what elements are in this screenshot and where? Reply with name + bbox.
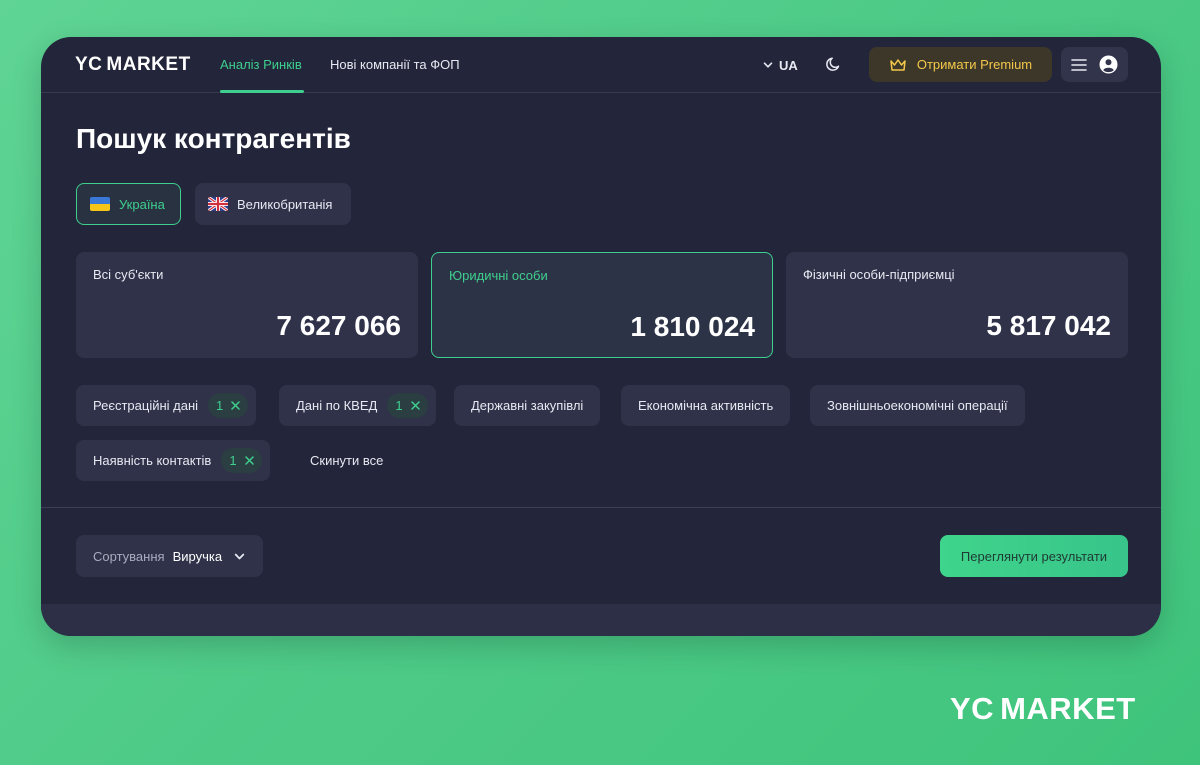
filter-label: Економічна активність: [638, 398, 774, 413]
stat-label: Юридичні особи: [449, 268, 548, 283]
get-premium-button[interactable]: Отримати Premium: [869, 47, 1052, 82]
footer-brand-suffix: MARKET: [1000, 691, 1136, 726]
filter-chip-contacts[interactable]: Наявність контактів 1: [76, 440, 270, 481]
top-navigation-bar: YC MARKET Аналіз Ринків Нові компанії та…: [41, 37, 1161, 93]
filter-chip-registration[interactable]: Реєстраційні дані 1: [76, 385, 257, 426]
nav-link-new-companies[interactable]: Нові компанії та ФОП: [330, 57, 460, 72]
country-tab-ukraine[interactable]: Україна: [76, 183, 181, 225]
stat-value: 5 817 042: [986, 310, 1111, 341]
filter-label: Реєстраційні дані: [93, 398, 199, 413]
filter-count: 1: [216, 398, 224, 413]
nav-link-market-analysis[interactable]: Аналіз Ринків: [220, 57, 302, 72]
chevron-down-icon: [234, 553, 245, 559]
stat-value: 7 627 066: [276, 310, 401, 341]
country-tab-uk[interactable]: Великобританія: [195, 183, 351, 225]
premium-label: Отримати Premium: [916, 57, 1033, 72]
filter-chip-foreign-trade[interactable]: Зовнішньоекономічні операції: [810, 385, 1025, 426]
view-results-button[interactable]: Переглянути результати: [940, 535, 1128, 577]
ukraine-flag-icon: [90, 197, 110, 211]
close-icon[interactable]: [244, 456, 254, 465]
results-area-edge: [41, 604, 1161, 636]
filter-chip-economic-activity[interactable]: Економічна активність: [621, 385, 791, 426]
language-label: UA: [779, 57, 798, 73]
menu-profile-button[interactable]: [1061, 47, 1128, 82]
user-icon: [1099, 55, 1118, 74]
filter-chip-kved[interactable]: Дані по КВЕД 1: [279, 385, 436, 426]
filter-chip-public-procurement[interactable]: Державні закупівлі: [454, 385, 601, 426]
active-nav-indicator: [220, 90, 304, 93]
country-label: Великобританія: [237, 196, 333, 212]
app-window: YC MARKET Аналіз Ринків Нові компанії та…: [41, 37, 1161, 636]
filter-count-badge[interactable]: 1: [221, 448, 262, 473]
moon-icon[interactable]: [825, 55, 843, 73]
filter-label: Наявність контактів: [93, 453, 212, 468]
brand-suffix: MARKET: [106, 54, 191, 75]
reset-all-link[interactable]: Скинути все: [310, 453, 383, 468]
hamburger-icon: [1071, 58, 1087, 71]
filter-count-badge[interactable]: 1: [208, 393, 249, 418]
filter-count: 1: [395, 398, 403, 413]
filter-label: Зовнішньоекономічні операції: [827, 398, 1008, 413]
stat-card-all-entities[interactable]: Всі суб'єкти 7 627 066: [76, 252, 418, 358]
filter-label: Дані по КВЕД: [296, 398, 378, 413]
uk-flag-icon: [208, 197, 228, 211]
language-selector[interactable]: UA: [763, 55, 798, 75]
sort-label: Сортування: [93, 548, 165, 564]
stat-value: 1 810 024: [630, 311, 755, 342]
filter-count-badge[interactable]: 1: [387, 393, 428, 418]
footer-brand-prefix: YC: [950, 691, 995, 726]
filter-count: 1: [229, 453, 237, 468]
close-icon[interactable]: [231, 401, 241, 410]
page-title: Пошук контрагентів: [76, 123, 351, 154]
close-icon[interactable]: [410, 401, 420, 410]
brand-logo[interactable]: YC MARKET: [75, 54, 191, 76]
stat-card-entrepreneurs[interactable]: Фізичні особи-підприємці 5 817 042: [786, 252, 1128, 358]
stat-label: Фізичні особи-підприємці: [803, 267, 955, 282]
section-divider: [41, 507, 1161, 508]
sort-value: Виручка: [172, 548, 223, 564]
stat-label: Всі суб'єкти: [93, 267, 164, 282]
filter-label: Державні закупівлі: [471, 398, 584, 413]
chevron-down-icon: [763, 62, 773, 68]
crown-icon: [890, 58, 906, 71]
sort-dropdown[interactable]: Сортування Виручка: [76, 535, 263, 577]
footer-brand-logo: YC MARKET: [950, 691, 1136, 726]
stat-card-legal-entities[interactable]: Юридичні особи 1 810 024: [431, 252, 773, 358]
country-label: Україна: [119, 196, 165, 212]
brand-prefix: YC: [75, 54, 103, 75]
